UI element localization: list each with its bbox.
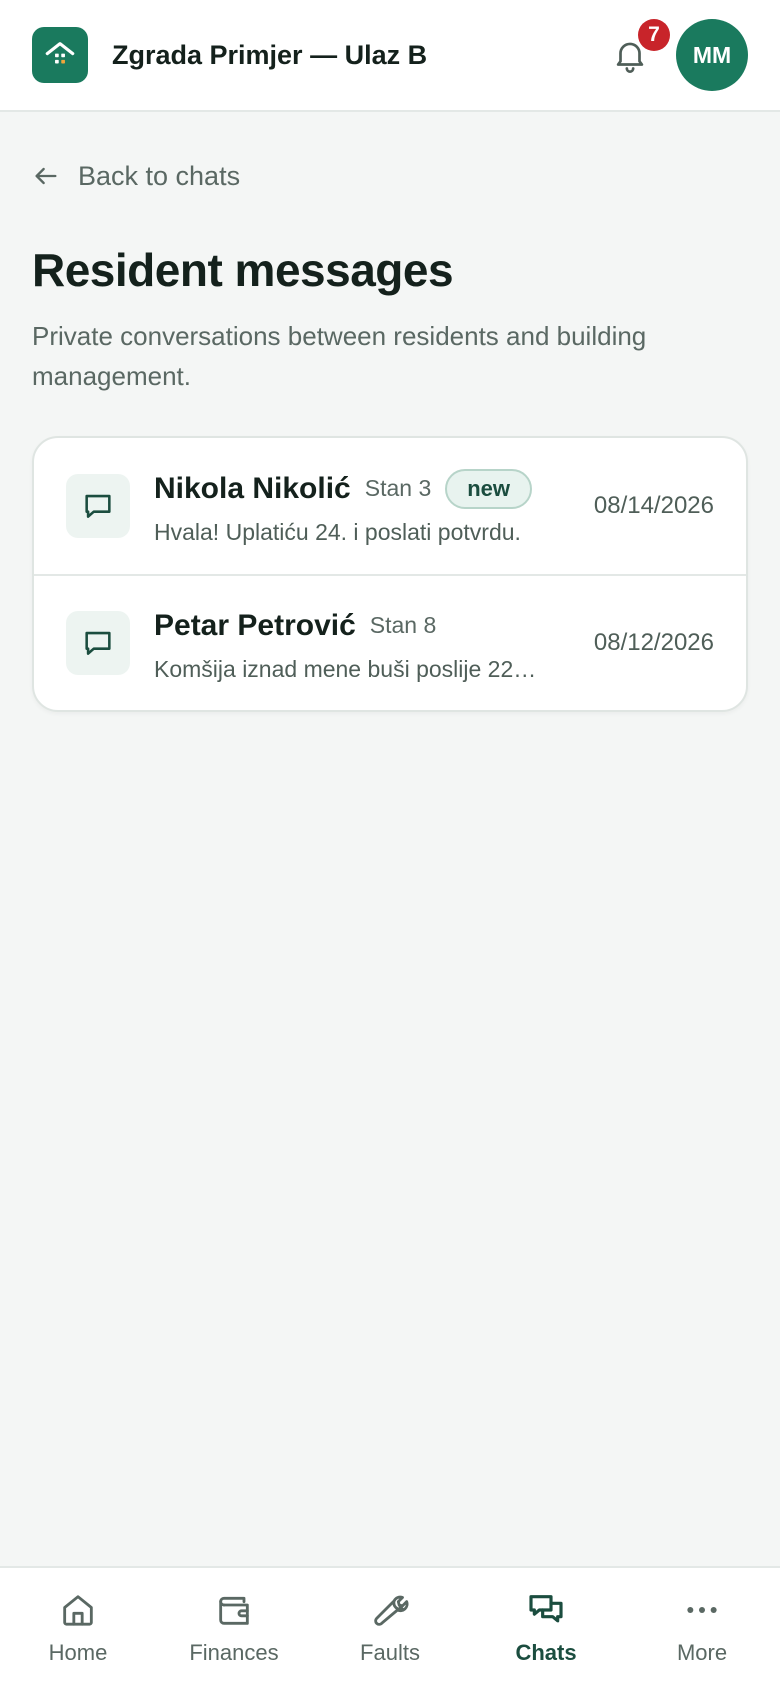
nav-chats[interactable]: Chats [468, 1568, 624, 1688]
building-home-icon [45, 42, 75, 64]
user-avatar[interactable]: MM [676, 19, 748, 91]
header-actions: 7 MM [606, 19, 748, 91]
nav-more[interactable]: More [624, 1568, 780, 1688]
nav-finances[interactable]: Finances [156, 1568, 312, 1688]
chat-row-body: Petar Petrović Stan 8 Komšija iznad mene… [154, 604, 574, 683]
chat-row[interactable]: Petar Petrović Stan 8 Komšija iznad mene… [34, 574, 746, 710]
app-root: Zgrada Primjer — Ulaz B 7 MM Back to cha… [0, 0, 780, 1688]
chat-date: 08/12/2026 [593, 629, 714, 656]
chat-row-header: Petar Petrović Stan 8 [154, 604, 574, 648]
back-to-chats-link[interactable]: Back to chats [32, 156, 748, 196]
chat-last-message: Komšija iznad mene buši poslije 22… [154, 655, 537, 682]
chat-last-message: Hvala! Uplatiću 24. i poslati potvrdu. [154, 518, 521, 545]
chat-date: 08/14/2026 [593, 492, 714, 519]
bottom-navigation: Home Finances Faults Chats More [0, 1566, 780, 1688]
nav-home-label: Home [48, 1640, 108, 1665]
chat-list: Nikola Nikolić Stan 3 new Hvala! Uplatić… [32, 436, 748, 712]
chat-unit-label: Stan 3 [364, 475, 432, 501]
home-icon [63, 1595, 93, 1626]
new-badge: new [445, 468, 533, 509]
notification-count-badge: 7 [638, 19, 670, 51]
chats-icon [529, 1595, 563, 1623]
nav-chats-label: Chats [515, 1640, 577, 1665]
chat-resident-name: Nikola Nikolić [154, 471, 351, 505]
notifications-button[interactable]: 7 [606, 19, 670, 79]
chat-resident-name: Petar Petrović [154, 608, 356, 642]
chat-avatar-tile [66, 611, 130, 675]
nav-faults[interactable]: Faults [312, 1568, 468, 1688]
app-logo[interactable] [32, 27, 88, 83]
page-title: Resident messages [32, 244, 454, 296]
nav-faults-label: Faults [360, 1640, 420, 1665]
arrow-left-icon [35, 167, 57, 185]
chat-avatar-tile [66, 474, 130, 538]
wallet-icon [219, 1596, 249, 1625]
chat-unit-label: Stan 8 [369, 612, 437, 638]
message-bubble-icon [85, 631, 111, 655]
message-bubble-icon [85, 494, 111, 518]
nav-more-label: More [676, 1640, 728, 1665]
top-bar: Zgrada Primjer — Ulaz B 7 MM [0, 0, 780, 112]
main-content: Back to chats Resident messages Private … [32, 112, 748, 712]
page-subtitle: Private conversations between residents … [32, 321, 647, 391]
building-title: Zgrada Primjer — Ulaz B [112, 39, 428, 70]
nav-finances-label: Finances [189, 1640, 279, 1665]
nav-home[interactable]: Home [0, 1568, 156, 1688]
wrench-icon [374, 1595, 409, 1626]
chat-row-body: Nikola Nikolić Stan 3 new Hvala! Uplatić… [154, 467, 574, 546]
chat-row[interactable]: Nikola Nikolić Stan 3 new Hvala! Uplatić… [34, 438, 746, 574]
more-icon [687, 1607, 717, 1613]
back-label: Back to chats [78, 160, 241, 191]
chat-row-header: Nikola Nikolić Stan 3 new [154, 467, 574, 511]
